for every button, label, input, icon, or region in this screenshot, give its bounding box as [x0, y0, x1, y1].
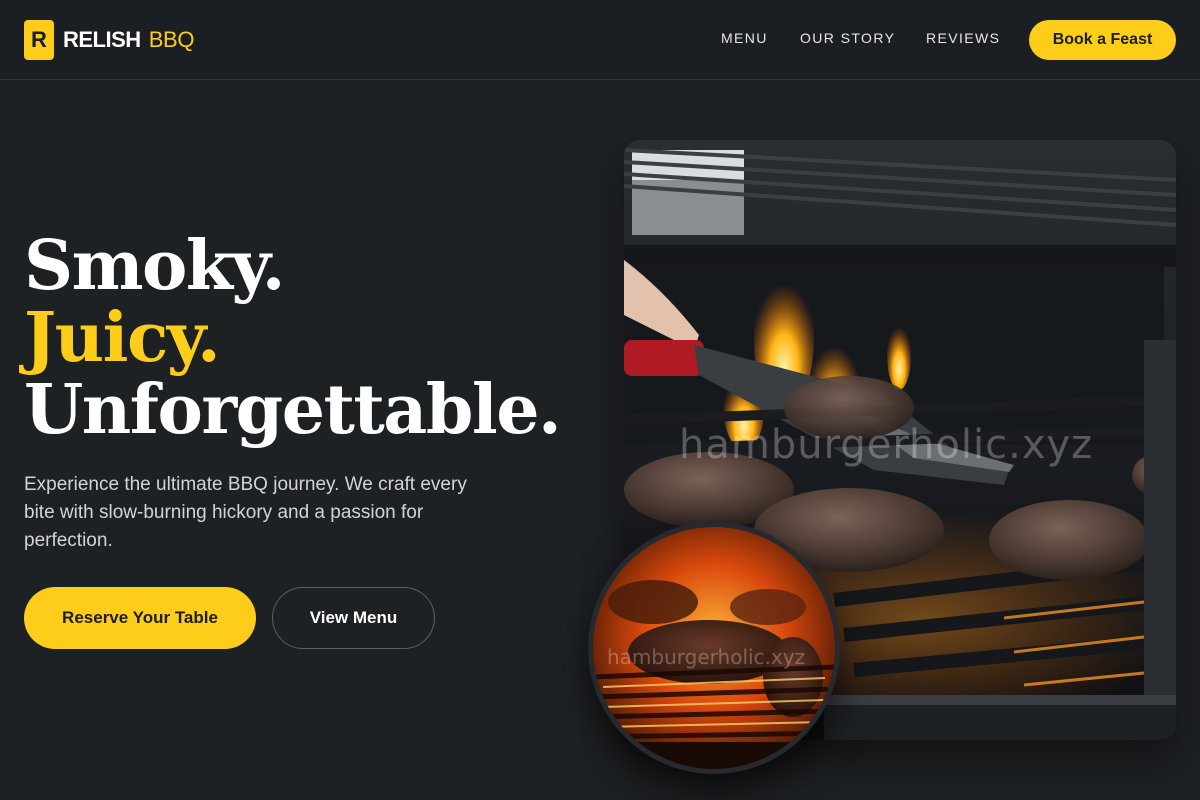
- hero-headline: Smoky. Juicy. Unforgettable.: [24, 226, 562, 450]
- hero-description: Experience the ultimate BBQ journey. We …: [24, 474, 467, 551]
- flame-grilled-meat-photo: hamburgerholic.xyz: [588, 522, 840, 774]
- headline-line-smoky: Smoky.: [24, 226, 285, 306]
- brand-accent: BBQ: [148, 27, 195, 52]
- headline-line-unforgettable: Unforgettable.: [24, 370, 562, 450]
- brand-logo[interactable]: R RELISH BBQ: [24, 20, 195, 60]
- book-a-feast-button[interactable]: Book a Feast: [1029, 20, 1176, 60]
- headline-line-juicy: Juicy.: [24, 298, 221, 378]
- view-menu-button[interactable]: View Menu: [272, 587, 435, 649]
- flame-grilled-meat-illustration: [593, 527, 835, 769]
- nav-link-reviews[interactable]: REVIEWS: [926, 30, 1000, 46]
- logo-mark: R: [24, 20, 54, 60]
- nav-link-our-story[interactable]: OUR STORY: [800, 30, 895, 46]
- reserve-table-button[interactable]: Reserve Your Table: [24, 587, 256, 649]
- top-navigation: R RELISH BBQ MENU OUR STORY REVIEWS Book…: [0, 0, 1200, 80]
- brand-name: RELISH: [63, 27, 141, 52]
- nav-link-menu[interactable]: MENU: [721, 30, 768, 46]
